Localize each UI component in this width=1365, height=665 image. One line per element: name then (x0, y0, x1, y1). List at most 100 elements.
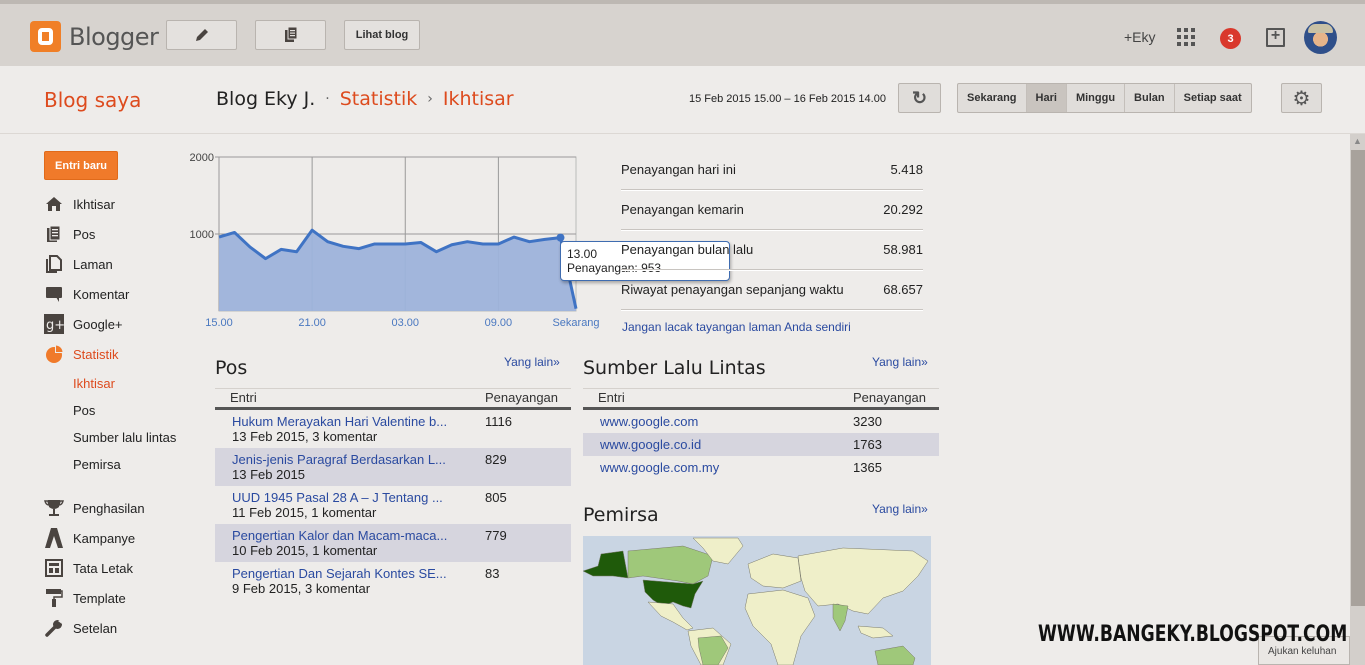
x-tick-label: 21.00 (298, 317, 326, 329)
pencil-icon (195, 29, 208, 41)
data-point (264, 257, 267, 260)
table-row: Hukum Merayakan Hari Valentine b... 13 Fe… (215, 410, 571, 448)
audience-more-link[interactable]: Yang lain» (872, 502, 928, 516)
post-title-link[interactable]: Pengertian Kalor dan Macam-maca... (232, 528, 447, 543)
table-row: Pengertian Kalor dan Macam-maca... 10 Feb… (215, 524, 571, 562)
data-point (280, 248, 283, 251)
stat-label: Riwayat penayangan sepanjang waktu (621, 282, 844, 297)
stat-row-today: Penayangan hari ini 5.418 (621, 150, 923, 190)
traffic-source-link[interactable]: www.google.com.my (600, 460, 719, 475)
y-tick-label: 2000 (190, 152, 214, 164)
sidebar-item-stats[interactable]: Statistik (44, 344, 119, 364)
breadcrumb-separator: · (325, 91, 330, 107)
traffic-more-link[interactable]: Yang lain» (872, 355, 928, 369)
traffic-views: 1763 (853, 437, 882, 452)
range-now[interactable]: Sekarang (958, 84, 1026, 112)
stats-summary: Penayangan hari ini 5.418 Penayangan kem… (621, 150, 923, 310)
notification-badge[interactable]: 3 (1220, 28, 1241, 49)
scrollbar-thumb[interactable] (1351, 150, 1365, 606)
stat-label: Penayangan kemarin (621, 202, 744, 217)
stat-value: 68.657 (883, 282, 923, 297)
dont-track-link[interactable]: Jangan lacak tayangan laman Anda sendiri (622, 320, 851, 334)
new-post-button[interactable] (166, 20, 237, 50)
post-title-link[interactable]: UUD 1945 Pasal 28 A – J Tentang ... (232, 490, 443, 505)
user-profile-link[interactable]: +Eky (1124, 4, 1156, 70)
sidebar-subitem-audience[interactable]: Pemirsa (73, 457, 121, 472)
traffic-panel-title: Sumber Lalu Lintas (583, 357, 766, 379)
range-all-time[interactable]: Setiap saat (1173, 84, 1251, 112)
data-point (575, 307, 578, 310)
sidebar-subitem-traffic-sources[interactable]: Sumber lalu lintas (73, 430, 176, 445)
sidebar-item-layout[interactable]: Tata Letak (44, 558, 133, 578)
data-point (373, 243, 376, 246)
sidebar-item-template[interactable]: Template (44, 588, 126, 608)
data-point (435, 250, 438, 253)
scroll-up-icon[interactable]: ▲ (1350, 134, 1365, 148)
posts-list-button[interactable] (255, 20, 326, 50)
blogger-logo-icon (30, 21, 61, 52)
breadcrumb-stats[interactable]: Statistik (340, 88, 418, 110)
paint-roller-icon (44, 588, 64, 608)
data-point (218, 236, 221, 239)
google-plus-icon: g+ (44, 314, 64, 334)
stat-value: 20.292 (883, 202, 923, 217)
breadcrumb-overview[interactable]: Ikhtisar (443, 88, 514, 110)
post-title-link[interactable]: Hukum Merayakan Hari Valentine b... (232, 414, 447, 429)
y-tick-label: 1000 (190, 229, 214, 241)
range-month[interactable]: Bulan (1124, 84, 1174, 112)
post-title-link[interactable]: Jenis-jenis Paragraf Berdasarkan L... (232, 452, 446, 467)
blogger-logo[interactable]: Blogger (30, 21, 159, 52)
table-row: UUD 1945 Pasal 28 A – J Tentang ... 11 Fe… (215, 486, 571, 524)
traffic-table: Entri Penayangan www.google.com 3230 www… (583, 388, 939, 479)
x-tick-label: Sekarang (552, 317, 599, 329)
x-tick-label: 03.00 (391, 317, 419, 329)
range-day[interactable]: Hari (1025, 84, 1066, 112)
view-blog-button[interactable]: Lihat blog (344, 20, 420, 50)
campaign-icon (44, 528, 64, 548)
sidebar-item-comments[interactable]: Komentar (44, 284, 129, 304)
sidebar-item-pages[interactable]: Laman (44, 254, 113, 274)
range-week[interactable]: Minggu (1065, 84, 1124, 112)
table-row: Pengertian Dan Sejarah Kontes SE... 9 Feb… (215, 562, 571, 600)
data-point (342, 245, 345, 248)
trophy-icon (44, 498, 64, 518)
settings-button[interactable]: ⚙ (1281, 83, 1322, 113)
audience-panel-title: Pemirsa (583, 504, 659, 526)
traffic-views: 3230 (853, 414, 882, 429)
series-area (219, 230, 576, 311)
sidebar-item-overview[interactable]: Ikhtisar (44, 194, 115, 214)
data-point (481, 243, 484, 246)
avatar[interactable] (1304, 21, 1337, 54)
stat-row-last-month: Penayangan bulan lalu 58.981 (621, 230, 923, 270)
refresh-button[interactable]: ↻ (898, 83, 941, 113)
table-row: Jenis-jenis Paragraf Berdasarkan L... 13 … (215, 448, 571, 486)
page-scrollbar[interactable]: ▲ (1350, 134, 1365, 665)
sidebar-item-earnings[interactable]: Penghasilan (44, 498, 145, 518)
sidebar-subitem-posts[interactable]: Pos (73, 403, 95, 418)
data-point (388, 243, 391, 246)
share-box-icon[interactable] (1266, 27, 1285, 47)
pages-icon (44, 254, 64, 274)
traffic-source-link[interactable]: www.google.com (600, 414, 698, 429)
sidebar-item-campaigns[interactable]: Kampanye (44, 528, 135, 548)
post-meta: 10 Feb 2015, 1 komentar (232, 543, 378, 558)
table-header: Entri Penayangan (583, 388, 939, 410)
posts-more-link[interactable]: Yang lain» (504, 355, 560, 369)
post-views: 779 (485, 528, 507, 543)
data-point (249, 246, 252, 249)
my-blogs-link[interactable]: Blog saya (44, 88, 141, 112)
sidebar-item-google-plus[interactable]: g+ Google+ (44, 314, 123, 334)
range-selector: Sekarang Hari Minggu Bulan Setiap saat (957, 83, 1252, 113)
audience-world-map (583, 536, 931, 665)
post-title-link[interactable]: Pengertian Dan Sejarah Kontes SE... (232, 566, 447, 581)
top-bar: Blogger Lihat blog +Eky 3 (0, 0, 1365, 66)
post-views: 1116 (485, 414, 512, 429)
traffic-source-link[interactable]: www.google.co.id (600, 437, 701, 452)
post-meta: 11 Feb 2015, 1 komentar (232, 505, 377, 520)
sidebar-subitem-overview[interactable]: Ikhtisar (73, 376, 115, 391)
new-post-button[interactable]: Entri baru (44, 151, 118, 180)
sidebar-item-settings[interactable]: Setelan (44, 618, 117, 638)
apps-grid-icon[interactable] (1177, 28, 1195, 46)
sidebar-item-posts[interactable]: Pos (44, 224, 95, 244)
post-meta: 9 Feb 2015, 3 komentar (232, 581, 371, 596)
